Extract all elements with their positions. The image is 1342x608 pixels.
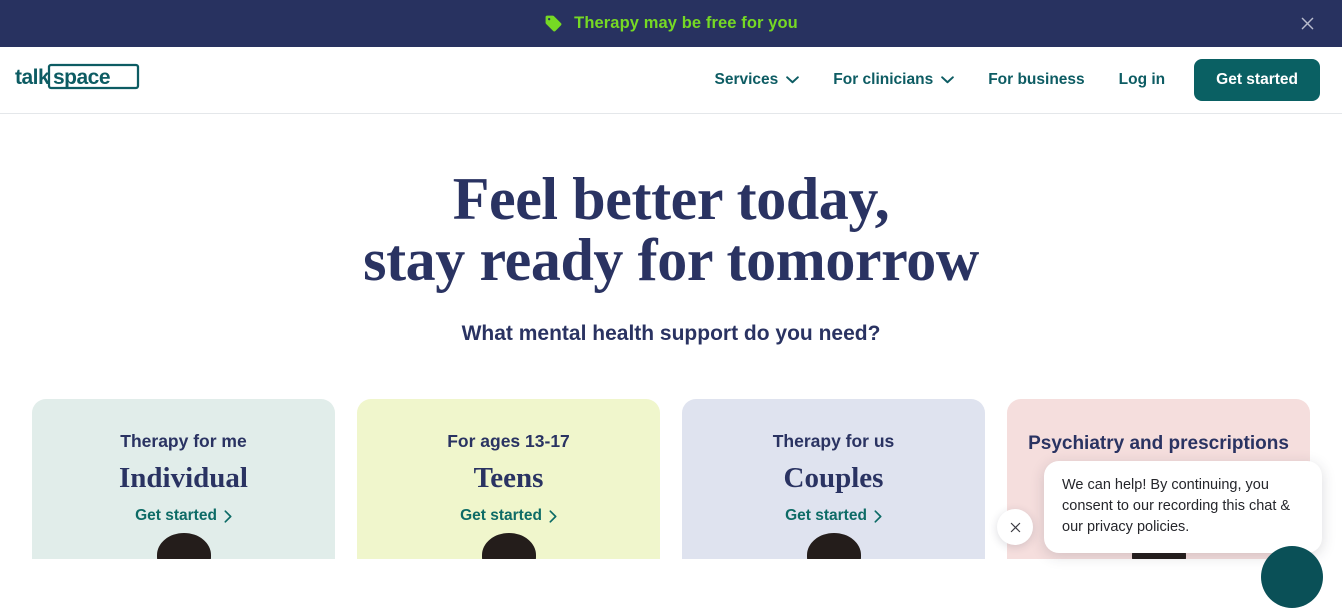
promo-banner: Therapy may be free for you [0,0,1342,47]
nav-item-label: Services [714,71,779,88]
hero-title-line-2: stay ready for tomorrow [363,227,979,294]
chat-consent-message: We can help! By continuing, you consent … [1044,461,1322,554]
card-get-started-link[interactable]: Get started [460,507,557,525]
card-eyebrow: For ages 13-17 [447,431,570,451]
talkspace-logo[interactable]: talk space [15,61,145,100]
card-cta-label: Get started [785,507,867,524]
nav-item-for-clinicians[interactable]: For clinicians [816,58,971,102]
chevron-down-icon [941,76,954,84]
card-get-started-link[interactable]: Get started [785,507,882,525]
chevron-right-icon [224,509,232,523]
page-title: Feel better today, stay ready for tomorr… [0,166,1342,294]
nav-item-for-business[interactable]: For business [971,58,1101,102]
svg-text:talk: talk [15,66,50,89]
hero-title-line-1: Feel better today, [452,166,890,232]
chat-launcher-button[interactable] [1261,546,1323,608]
promo-banner-text: Therapy may be free for you [574,14,798,32]
hero-section: Feel better today, stay ready for tomorr… [0,114,1342,346]
nav-item-label: For business [988,71,1085,88]
card-photo [156,533,211,559]
nav-item-log-in[interactable]: Log in [1102,58,1183,102]
nav-item-services[interactable]: Services [697,58,816,102]
main-navigation: Services For clinicians For business Log… [697,58,1320,102]
promo-banner-close-button[interactable] [1294,11,1320,37]
card-photo [806,533,861,559]
price-tag-icon [544,14,563,33]
nav-item-label: For clinicians [833,71,934,88]
hero-subtitle: What mental health support do you need? [461,322,881,346]
card-photo [481,533,536,559]
svg-text:space: space [53,66,110,89]
card-get-started-link[interactable]: Get started [135,507,232,525]
site-header: talk space Services For clinicians For b… [0,47,1342,114]
card-eyebrow: Psychiatry and prescriptions [1028,433,1289,454]
close-icon [1301,17,1313,30]
card-title: Couples [783,462,884,494]
close-icon [1010,522,1020,532]
promo-banner-content[interactable]: Therapy may be free for you [544,14,798,33]
service-card-teens[interactable]: For ages 13-17 Teens Get started [357,399,660,559]
service-card-couples[interactable]: Therapy for us Couples Get started [682,399,985,559]
logo-mark: talk space [15,63,140,89]
chat-close-button[interactable] [997,509,1033,545]
card-eyebrow: Therapy for us [772,431,895,451]
chevron-down-icon [786,76,800,84]
service-card-individual[interactable]: Therapy for me Individual Get started [32,399,335,559]
chevron-right-icon [549,509,557,523]
card-title: Individual [119,462,248,494]
card-cta-label: Get started [460,507,542,524]
card-eyebrow: Therapy for me [120,431,247,451]
get-started-button[interactable]: Get started [1194,59,1320,101]
chevron-right-icon [874,509,882,523]
card-title: Teens [473,462,544,494]
card-cta-label: Get started [135,507,217,524]
nav-item-label: Log in [1118,71,1166,88]
